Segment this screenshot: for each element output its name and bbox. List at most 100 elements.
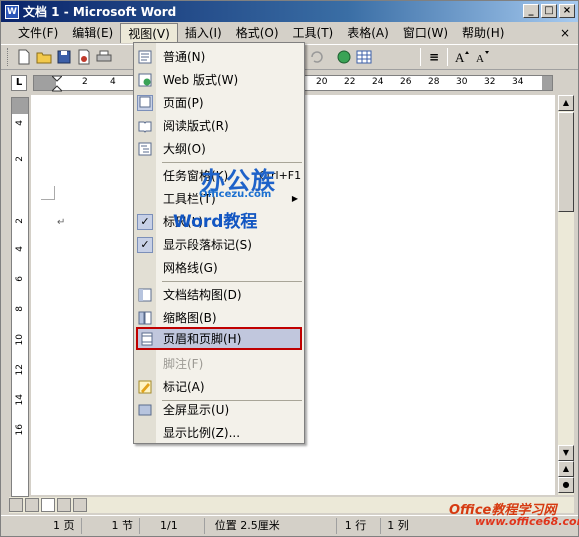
vruler-tick: 4 [15,246,25,252]
menu-item-outline[interactable]: 大纲(O) [134,137,304,160]
full-screen-icon [134,398,156,421]
indent-marker-icon[interactable] [52,76,62,92]
menu-file[interactable]: 文件(F) [11,23,65,43]
header-footer-icon [138,327,156,350]
menu-item-gridlines[interactable]: 网格线(G) [134,256,304,279]
menu-item-show-paragraph-marks[interactable]: ✓ 显示段落标记(S) [134,233,304,256]
watermark-domain: Officezu.com [199,189,272,200]
ruler-tick: 2 [82,77,88,87]
menu-table[interactable]: 表格(A) [340,23,396,43]
permission-icon[interactable] [75,48,93,66]
menu-item-web-layout[interactable]: Web 版式(W) [134,68,304,91]
document-close-icon[interactable]: × [560,26,570,40]
print-icon[interactable] [95,48,113,66]
vertical-scrollbar[interactable]: ▲ ▼ ▲ ● [557,95,574,495]
grow-font-icon[interactable]: A [453,48,471,66]
word-window: W 文档 1 - Microsoft Word _ □ × 文件(F) 编辑(E… [0,0,579,537]
menu-item-thumbnails[interactable]: 缩略图(B) [134,306,304,329]
scroll-thumb[interactable] [558,112,574,212]
menu-item-normal[interactable]: 普通(N) [134,45,304,68]
reading-view-button-icon[interactable] [73,498,87,512]
vruler-tick: 6 [15,276,25,282]
menu-edit[interactable]: 编辑(E) [65,23,120,43]
svg-text:A: A [476,53,484,65]
paragraph-mark-icon: ↵ [57,217,66,228]
status-column: 1 列 [387,518,409,532]
toolbar-right-group: ≡ A A [311,48,492,66]
align-icon[interactable]: ≡ [429,50,439,64]
document-map-icon [134,283,156,306]
ruler-tick: 26 [400,77,412,87]
open-folder-icon[interactable] [35,48,53,66]
vertical-ruler[interactable]: 4 2 2 4 6 8 10 12 14 16 [11,97,29,497]
margin-corner-mark [41,186,55,200]
print-view-button-icon[interactable] [41,498,55,512]
menu-tools[interactable]: 工具(T) [286,23,341,43]
hyperlink-icon[interactable] [335,48,353,66]
close-button[interactable]: × [559,4,575,18]
undo-icon[interactable] [307,48,325,66]
window-title: 文档 1 - Microsoft Word [23,5,177,19]
word-app-icon: W [5,4,19,19]
status-position: 位置 2.5厘米 [205,517,337,534]
scroll-up-icon[interactable]: ▲ [558,95,574,111]
select-browse-object-icon[interactable]: ● [558,477,574,493]
menu-item-header-footer[interactable]: 页眉和页脚(H) [136,327,302,350]
menu-format[interactable]: 格式(O) [229,23,286,43]
web-view-button-icon[interactable] [25,498,39,512]
maximize-button[interactable]: □ [541,4,557,18]
ruler-tick: 32 [484,77,496,87]
outline-view-button-icon[interactable] [57,498,71,512]
vruler-tick: 4 [15,120,25,126]
tab-selector[interactable]: L [11,75,27,91]
title-bar: W 文档 1 - Microsoft Word _ □ × [1,1,578,22]
previous-page-icon[interactable]: ▲ [558,461,574,477]
check-icon: ✓ [134,233,156,256]
menu-help[interactable]: 帮助(H) [455,23,511,43]
menu-bar: 文件(F) 编辑(E) 视图(V) 插入(I) 格式(O) 工具(T) 表格(A… [1,22,578,44]
markup-icon [134,375,156,398]
vruler-tick: 12 [15,364,25,376]
toolbar-separator [447,48,449,66]
menu-separator [162,281,302,282]
normal-view-button-icon[interactable] [9,498,23,512]
vruler-tick: 2 [15,218,25,224]
shrink-font-icon[interactable]: A [473,48,491,66]
web-layout-icon [134,68,156,91]
menu-item-markup[interactable]: 标记(A) [134,375,304,398]
check-icon: ✓ [134,210,156,233]
save-icon[interactable] [55,48,73,66]
vruler-tick: 16 [15,424,25,436]
vruler-tick: 8 [15,306,25,312]
menu-item-footnotes: 脚注(F) [163,357,204,371]
toolbar-grip[interactable] [7,48,10,66]
vruler-tick: 2 [15,156,25,162]
svg-text:A: A [455,50,465,65]
normal-view-icon [134,45,156,68]
ruler-tick: 4 [110,77,116,87]
thumbnails-icon [134,306,156,329]
scroll-down-icon[interactable]: ▼ [558,445,574,461]
vruler-tick: 10 [15,334,25,346]
menu-item-document-map[interactable]: 文档结构图(D) [134,283,304,306]
menu-item-print-layout[interactable]: 页面(P) [134,91,304,114]
ruler-right-margin [542,76,552,90]
ruler-tick: 24 [372,77,384,87]
ruler-tick: 28 [428,77,440,87]
submenu-arrow-icon: ▶ [291,194,298,203]
menu-item-full-screen[interactable]: 全屏显示(U) [134,398,304,421]
ruler-tick: 20 [316,77,328,87]
watermark-subtitle: Word教程 [173,212,258,232]
menu-window[interactable]: 窗口(W) [396,23,455,43]
vruler-tick: 14 [15,394,25,406]
menu-item-reading-layout[interactable]: 阅读版式(R) [134,114,304,137]
menu-item-zoom[interactable]: 显示比例(Z)... [134,421,304,444]
table-icon[interactable] [355,48,373,66]
new-document-icon[interactable] [15,48,33,66]
reading-layout-icon [134,114,156,137]
menu-insert[interactable]: 插入(I) [178,23,229,43]
menu-view[interactable]: 视图(V) [120,23,178,43]
toolbar-separator [420,48,421,66]
minimize-button[interactable]: _ [523,4,539,18]
ruler-tick: 22 [344,77,356,87]
